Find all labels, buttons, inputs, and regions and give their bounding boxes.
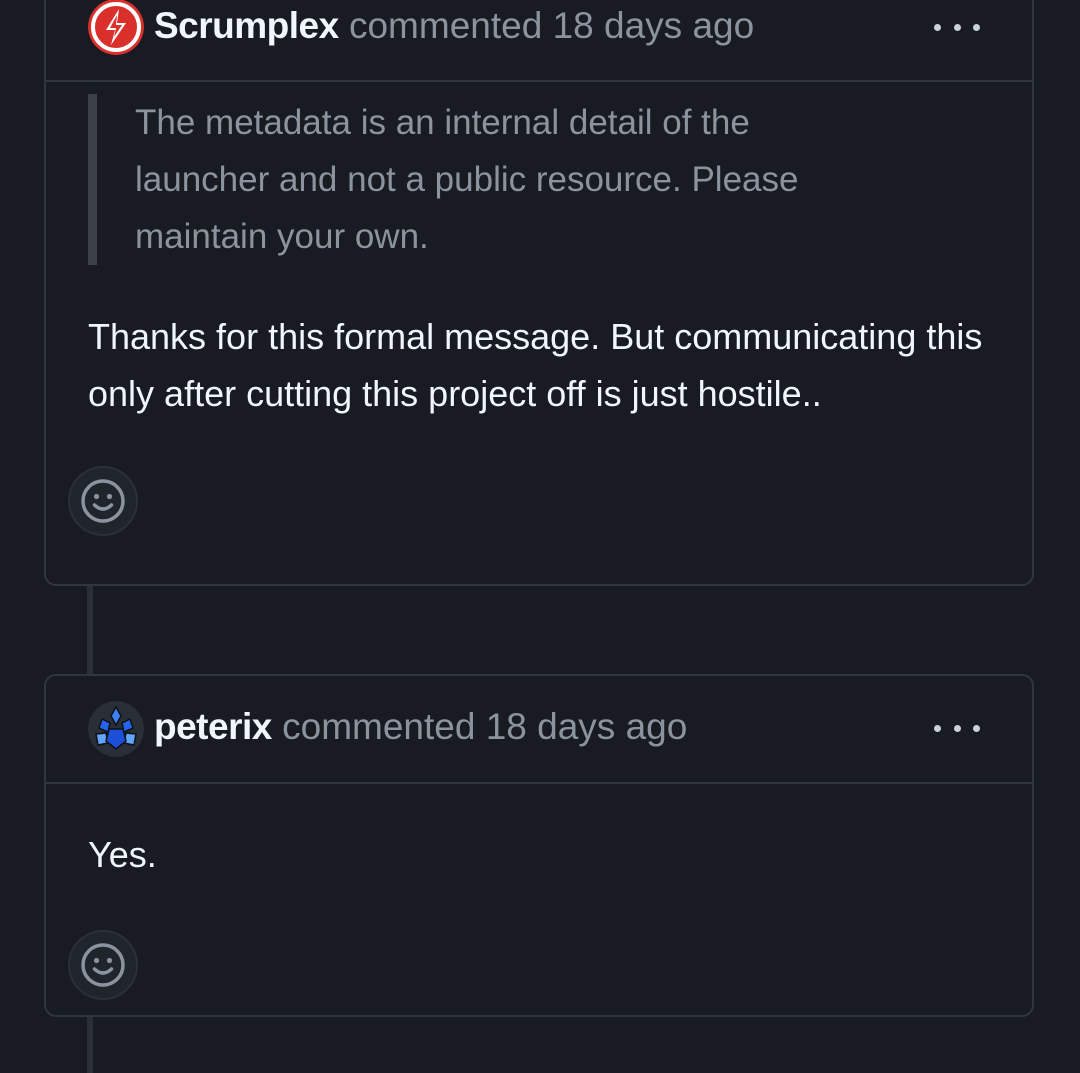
- blockquote: The metadata is an internal detail of th…: [88, 94, 875, 265]
- avatar-peterix[interactable]: [88, 701, 144, 757]
- comment-card-peterix: peterix commented 18 days ago Yes.: [44, 674, 1034, 1017]
- comment-options-button[interactable]: [934, 17, 980, 37]
- timeline-connector: [87, 586, 93, 676]
- add-reaction-button[interactable]: [68, 930, 138, 1000]
- comment-timestamp[interactable]: commented 18 days ago: [349, 5, 754, 46]
- comment-header-text: peterix commented 18 days ago: [154, 705, 687, 749]
- kebab-horizontal-icon: [934, 23, 941, 31]
- peterix-crystal-avatar-icon: [88, 701, 144, 757]
- kebab-horizontal-icon: [934, 724, 941, 732]
- smiley-icon: [81, 943, 125, 987]
- avatar-scrumplex[interactable]: [88, 0, 144, 55]
- comment-timestamp[interactable]: commented 18 days ago: [282, 706, 687, 747]
- comment-body: Yes.: [46, 784, 1032, 1015]
- comment-text: Thanks for this formal message. But comm…: [88, 316, 983, 414]
- comment-header: peterix commented 18 days ago: [46, 676, 1032, 784]
- author-link[interactable]: peterix: [154, 706, 272, 747]
- comment-text: Yes.: [88, 834, 157, 875]
- comment-body: The metadata is an internal detail of th…: [46, 82, 1032, 582]
- comment-header: Scrumplex commented 18 days ago: [46, 0, 1032, 82]
- author-link[interactable]: Scrumplex: [154, 5, 339, 46]
- comment-options-button[interactable]: [934, 718, 980, 738]
- smiley-icon: [81, 479, 125, 523]
- comment-header-text: Scrumplex commented 18 days ago: [154, 4, 754, 48]
- add-reaction-button[interactable]: [68, 466, 138, 536]
- comment-card-scrumplex: Scrumplex commented 18 days ago The meta…: [44, 0, 1034, 586]
- scrumplex-lightning-avatar-icon: [88, 0, 144, 55]
- timeline-connector: [87, 1016, 93, 1073]
